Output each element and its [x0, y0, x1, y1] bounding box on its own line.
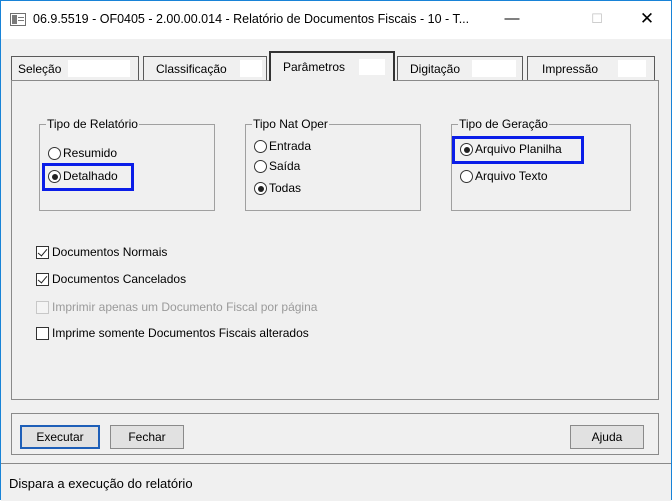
title-bar[interactable]: 06.9.5519 - OF0405 - 2.00.00.014 - Relat… — [1, 1, 671, 39]
radio-label: Detalhado — [63, 169, 118, 183]
tab-strip: Seleção Classificação Parâmetros Digitaç… — [11, 51, 657, 81]
checkbox[interactable] — [36, 246, 49, 259]
checkbox[interactable] — [36, 327, 49, 340]
tab-digitacao[interactable]: Digitação — [397, 56, 523, 80]
checkbox-label: Imprime somente Documentos Fiscais alter… — [52, 326, 309, 340]
tab-indicator — [240, 60, 262, 77]
tab-parametros[interactable]: Parâmetros — [269, 51, 395, 81]
tab-label: Impressão — [542, 62, 599, 76]
radio-button[interactable] — [48, 147, 61, 160]
button-bar: Executar Fechar Ajuda — [11, 413, 659, 455]
radio-button[interactable] — [254, 182, 267, 195]
radio-button[interactable] — [460, 143, 473, 156]
ajuda-button[interactable]: Ajuda — [570, 425, 644, 449]
radio-arquivo-planilha[interactable]: Arquivo Planilha — [452, 136, 584, 164]
tab-impressao[interactable]: Impressão — [527, 56, 655, 80]
tab-label: Seleção — [18, 62, 62, 76]
group-title: Tipo de Relatório — [46, 117, 139, 131]
fechar-button[interactable]: Fechar — [110, 425, 184, 449]
status-bar: Dispara a execução do relatório — [1, 463, 671, 501]
tab-selecao[interactable]: Seleção — [11, 56, 139, 80]
status-text: Dispara a execução do relatório — [9, 476, 193, 491]
executar-button[interactable]: Executar — [20, 425, 100, 449]
radio-label: Todas — [269, 181, 302, 195]
group-tipo-relatorio: Tipo de Relatório Resumido Detalhado — [39, 117, 215, 211]
radio-button[interactable] — [460, 170, 473, 183]
app-window: 06.9.5519 - OF0405 - 2.00.00.014 - Relat… — [0, 0, 672, 501]
tab-classificacao[interactable]: Classificação — [143, 56, 267, 80]
close-icon[interactable]: ✕ — [624, 1, 670, 39]
window-title: 06.9.5519 - OF0405 - 2.00.00.014 - Relat… — [33, 12, 470, 26]
radio-button[interactable] — [254, 160, 267, 173]
radio-label: Resumido — [63, 146, 118, 160]
radio-button[interactable] — [254, 140, 267, 153]
radio-label: Arquivo Texto — [475, 169, 548, 183]
radio-detalhado[interactable]: Detalhado — [42, 163, 134, 191]
checkbox — [36, 301, 49, 314]
tab-indicator — [359, 59, 385, 75]
checkbox-label: Documentos Cancelados — [52, 272, 187, 286]
radio-button[interactable] — [48, 170, 61, 183]
tab-label: Parâmetros — [283, 60, 346, 74]
checkbox-label: Documentos Normais — [52, 245, 168, 259]
group-tipo-nat-oper: Tipo Nat Oper Entrada Saída Todas — [245, 117, 421, 211]
app-window-icon[interactable] — [10, 13, 26, 26]
parametros-panel: Tipo de Relatório Resumido Detalhado Tip… — [11, 80, 659, 400]
maximize-icon[interactable]: ☐ — [574, 1, 620, 39]
minimize-icon[interactable]: — — [489, 1, 535, 39]
group-title: Tipo de Geração — [458, 117, 549, 131]
tab-label: Classificação — [156, 62, 227, 76]
tab-label: Digitação — [410, 62, 461, 76]
radio-label: Saída — [269, 159, 301, 173]
tab-indicator — [618, 60, 646, 77]
tab-indicator — [472, 60, 516, 77]
radio-label: Arquivo Planilha — [475, 142, 562, 156]
group-tipo-geracao: Tipo de Geração Arquivo Planilha Arquivo… — [451, 117, 631, 211]
checkbox-label: Imprimir apenas um Documento Fiscal por … — [52, 300, 318, 314]
group-title: Tipo Nat Oper — [252, 117, 329, 131]
radio-label: Entrada — [269, 139, 312, 153]
checkbox[interactable] — [36, 273, 49, 286]
tab-indicator — [68, 60, 130, 77]
